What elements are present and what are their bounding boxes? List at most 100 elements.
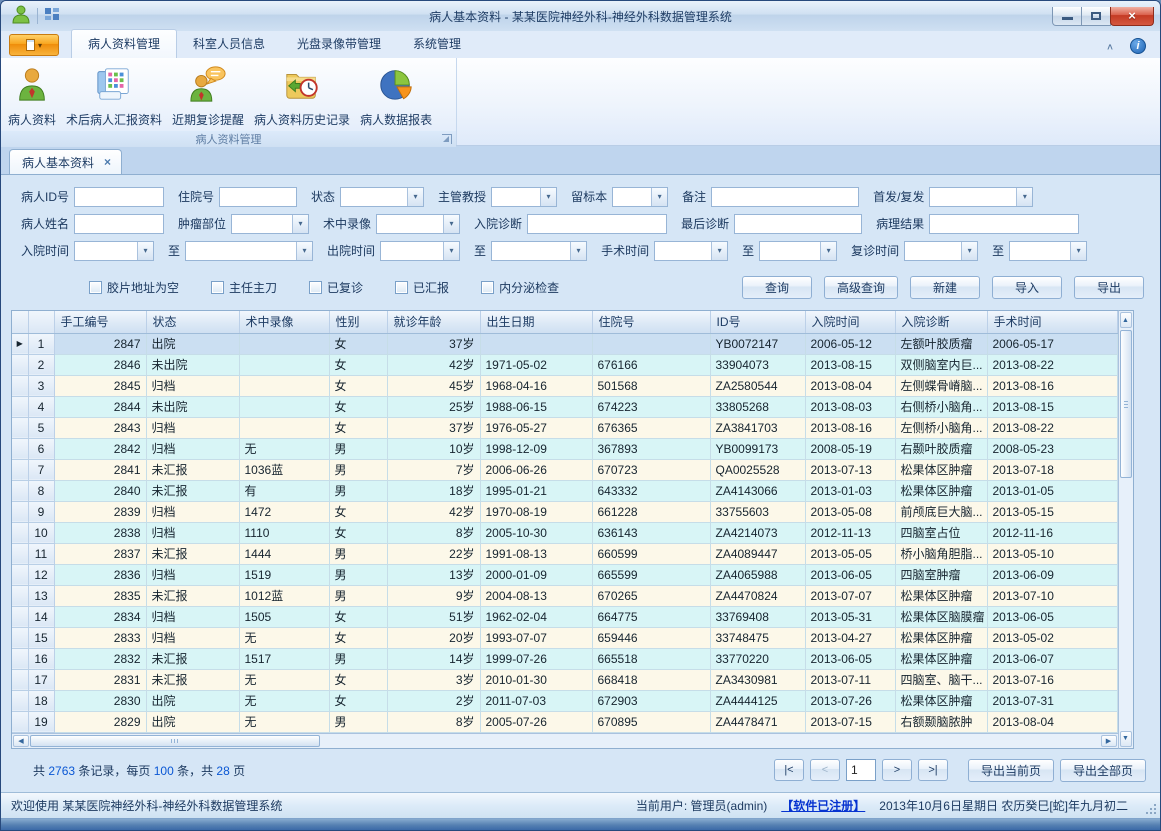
horizontal-scrollbar[interactable]: ◀ ▶: [12, 733, 1118, 748]
registered-link[interactable]: 【软件已注册】: [781, 797, 865, 814]
admission-diagnosis-input[interactable]: [527, 214, 667, 234]
table-row[interactable]: 142834归档1505女51岁1962-02-0466477533769408…: [12, 606, 1117, 627]
column-header[interactable]: 手术时间: [987, 311, 1117, 333]
import-button[interactable]: 导入: [992, 276, 1062, 299]
window-bottom-edge: [1, 818, 1160, 830]
final-diagnosis-input[interactable]: [734, 214, 862, 234]
discharge-date-from-select[interactable]: ▾: [380, 241, 460, 261]
table-row[interactable]: 72841未汇报1036蓝男7岁2006-06-26670723QA002552…: [12, 459, 1117, 480]
table-row[interactable]: 92839归档1472女42岁1970-08-19661228337556032…: [12, 501, 1117, 522]
ribbon-button-postop-reports[interactable]: 术后病人汇报资料: [61, 62, 167, 131]
ribbon-tab-disc-management[interactable]: 光盘录像带管理: [281, 30, 397, 58]
table-row[interactable]: 102838归档1110女8岁2005-10-30636143ZA4214073…: [12, 522, 1117, 543]
maximize-button[interactable]: [1081, 7, 1111, 26]
table-row[interactable]: 22846未出院女42岁1971-05-02676166339040732013…: [12, 354, 1117, 375]
column-header[interactable]: 性别: [329, 311, 387, 333]
column-header[interactable]: 状态: [146, 311, 239, 333]
page-number-input[interactable]: [846, 759, 876, 781]
column-header[interactable]: 入院诊断: [895, 311, 987, 333]
checkbox-revisited[interactable]: 已复诊: [309, 279, 363, 296]
revisit-date-to-select[interactable]: ▾: [1009, 241, 1087, 261]
ribbon-button-patient-data[interactable]: 病人资料: [3, 62, 61, 131]
column-header[interactable]: 手工编号: [54, 311, 146, 333]
inpatient-no-input[interactable]: [219, 187, 297, 207]
intraop-video-select[interactable]: ▾: [376, 214, 460, 234]
discharge-date-to-select[interactable]: ▾: [491, 241, 587, 261]
table-row[interactable]: ▶12847出院女37岁YB00721472006-05-12左额叶胶质瘤200…: [12, 333, 1117, 354]
onset-select[interactable]: ▾: [929, 187, 1033, 207]
scroll-up-icon[interactable]: ▲: [1120, 312, 1132, 328]
remark-input[interactable]: [711, 187, 859, 207]
table-row[interactable]: 52843归档女37岁1976-05-27676365ZA38417032013…: [12, 417, 1117, 438]
column-header[interactable]: 术中录像: [239, 311, 329, 333]
last-page-button[interactable]: >|: [918, 759, 948, 781]
table-row[interactable]: 122836归档1519男13岁2000-01-09665599ZA406598…: [12, 564, 1117, 585]
checkbox-film-address-empty[interactable]: 胶片地址为空: [89, 279, 179, 296]
dialog-launcher-icon[interactable]: [442, 134, 452, 144]
column-header[interactable]: ID号: [710, 311, 805, 333]
close-button[interactable]: ×: [1110, 7, 1154, 26]
table-row[interactable]: 172831未汇报无女3岁2010-01-30668418ZA343098120…: [12, 669, 1117, 690]
admit-date-from-select[interactable]: ▾: [74, 241, 154, 261]
quick-access-grid-icon[interactable]: [44, 6, 60, 27]
professor-select[interactable]: ▾: [491, 187, 557, 207]
column-header[interactable]: 入院时间: [805, 311, 895, 333]
hscroll-thumb[interactable]: [30, 735, 320, 747]
document-tab-patient-basic-info[interactable]: 病人基本资料 ×: [9, 149, 122, 174]
column-header[interactable]: 就诊年龄: [387, 311, 480, 333]
scroll-right-icon[interactable]: ▶: [1101, 735, 1117, 747]
table-row[interactable]: 32845归档女45岁1968-04-16501568ZA25805442013…: [12, 375, 1117, 396]
export-button[interactable]: 导出: [1074, 276, 1144, 299]
table-row[interactable]: 192829出院无男8岁2005-07-26670895ZA4478471201…: [12, 711, 1117, 732]
new-button[interactable]: 新建: [910, 276, 980, 299]
table-row[interactable]: 82840未汇报有男18岁1995-01-21643332ZA414306620…: [12, 480, 1117, 501]
pathology-result-input[interactable]: [929, 214, 1079, 234]
vertical-scrollbar[interactable]: ▲ ▼: [1118, 310, 1134, 749]
minimize-button[interactable]: [1052, 7, 1082, 26]
surgery-date-to-select[interactable]: ▾: [759, 241, 837, 261]
checkbox-reported[interactable]: 已汇报: [395, 279, 449, 296]
patient-name-input[interactable]: [74, 214, 164, 234]
export-all-pages-button[interactable]: 导出全部页: [1060, 759, 1146, 782]
column-header[interactable]: 住院号: [592, 311, 710, 333]
ribbon-tab-system[interactable]: 系统管理: [397, 30, 477, 58]
ribbon-button-history-records[interactable]: 病人资料历史记录: [249, 62, 355, 131]
table-row[interactable]: 182830出院无女2岁2011-07-03672903ZA4444125201…: [12, 690, 1117, 711]
scroll-left-icon[interactable]: ◀: [13, 735, 29, 747]
info-icon[interactable]: i: [1130, 38, 1146, 54]
table-row[interactable]: 132835未汇报1012蓝男9岁2004-08-13670265ZA44708…: [12, 585, 1117, 606]
export-current-page-button[interactable]: 导出当前页: [968, 759, 1054, 782]
tab-close-icon[interactable]: ×: [104, 155, 111, 169]
column-header[interactable]: 出生日期: [480, 311, 592, 333]
specimen-select[interactable]: ▾: [612, 187, 668, 207]
table-header-row: 手工编号状态术中录像性别就诊年龄出生日期住院号ID号入院时间入院诊断手术时间: [12, 311, 1117, 333]
checkbox-chief-surgeon[interactable]: 主任主刀: [211, 279, 277, 296]
table-row[interactable]: 112837未汇报1444男22岁1991-08-13660599ZA40894…: [12, 543, 1117, 564]
ribbon-tab-patient-management[interactable]: 病人资料管理: [71, 29, 177, 58]
table-row[interactable]: 152833归档无女20岁1993-07-0765944633748475201…: [12, 627, 1117, 648]
table-row[interactable]: 42844未出院女25岁1988-06-15674223338052682013…: [12, 396, 1117, 417]
previous-page-button[interactable]: <: [810, 759, 840, 781]
next-page-button[interactable]: >: [882, 759, 912, 781]
app-menu-button[interactable]: ▾: [9, 34, 59, 56]
status-select[interactable]: ▾: [340, 187, 424, 207]
tumor-site-select[interactable]: ▾: [231, 214, 309, 234]
collapse-ribbon-icon[interactable]: ∧: [1106, 41, 1114, 51]
resize-grip[interactable]: [1146, 804, 1156, 814]
first-page-button[interactable]: |<: [774, 759, 804, 781]
surgery-date-from-select[interactable]: ▾: [654, 241, 728, 261]
admit-date-to-select[interactable]: ▾: [185, 241, 313, 261]
table-row[interactable]: 62842归档无男10岁1998-12-09367893YB0099173200…: [12, 438, 1117, 459]
vscroll-thumb[interactable]: [1120, 330, 1132, 478]
revisit-date-from-select[interactable]: ▾: [904, 241, 978, 261]
query-button[interactable]: 查询: [742, 276, 812, 299]
ribbon-button-revisit-reminder[interactable]: 近期复诊提醒: [167, 62, 249, 131]
scroll-down-icon[interactable]: ▼: [1120, 731, 1132, 747]
ribbon-button-data-reports[interactable]: 病人数据报表: [355, 62, 437, 131]
advanced-query-button[interactable]: 高级查询: [824, 276, 898, 299]
checkbox-endocrine-exam[interactable]: 内分泌检查: [481, 279, 559, 296]
table-cell: 42岁: [387, 501, 480, 522]
patient-id-input[interactable]: [74, 187, 164, 207]
table-row[interactable]: 162832未汇报1517男14岁1999-07-266655183377022…: [12, 648, 1117, 669]
ribbon-tab-staff-info[interactable]: 科室人员信息: [177, 30, 281, 58]
